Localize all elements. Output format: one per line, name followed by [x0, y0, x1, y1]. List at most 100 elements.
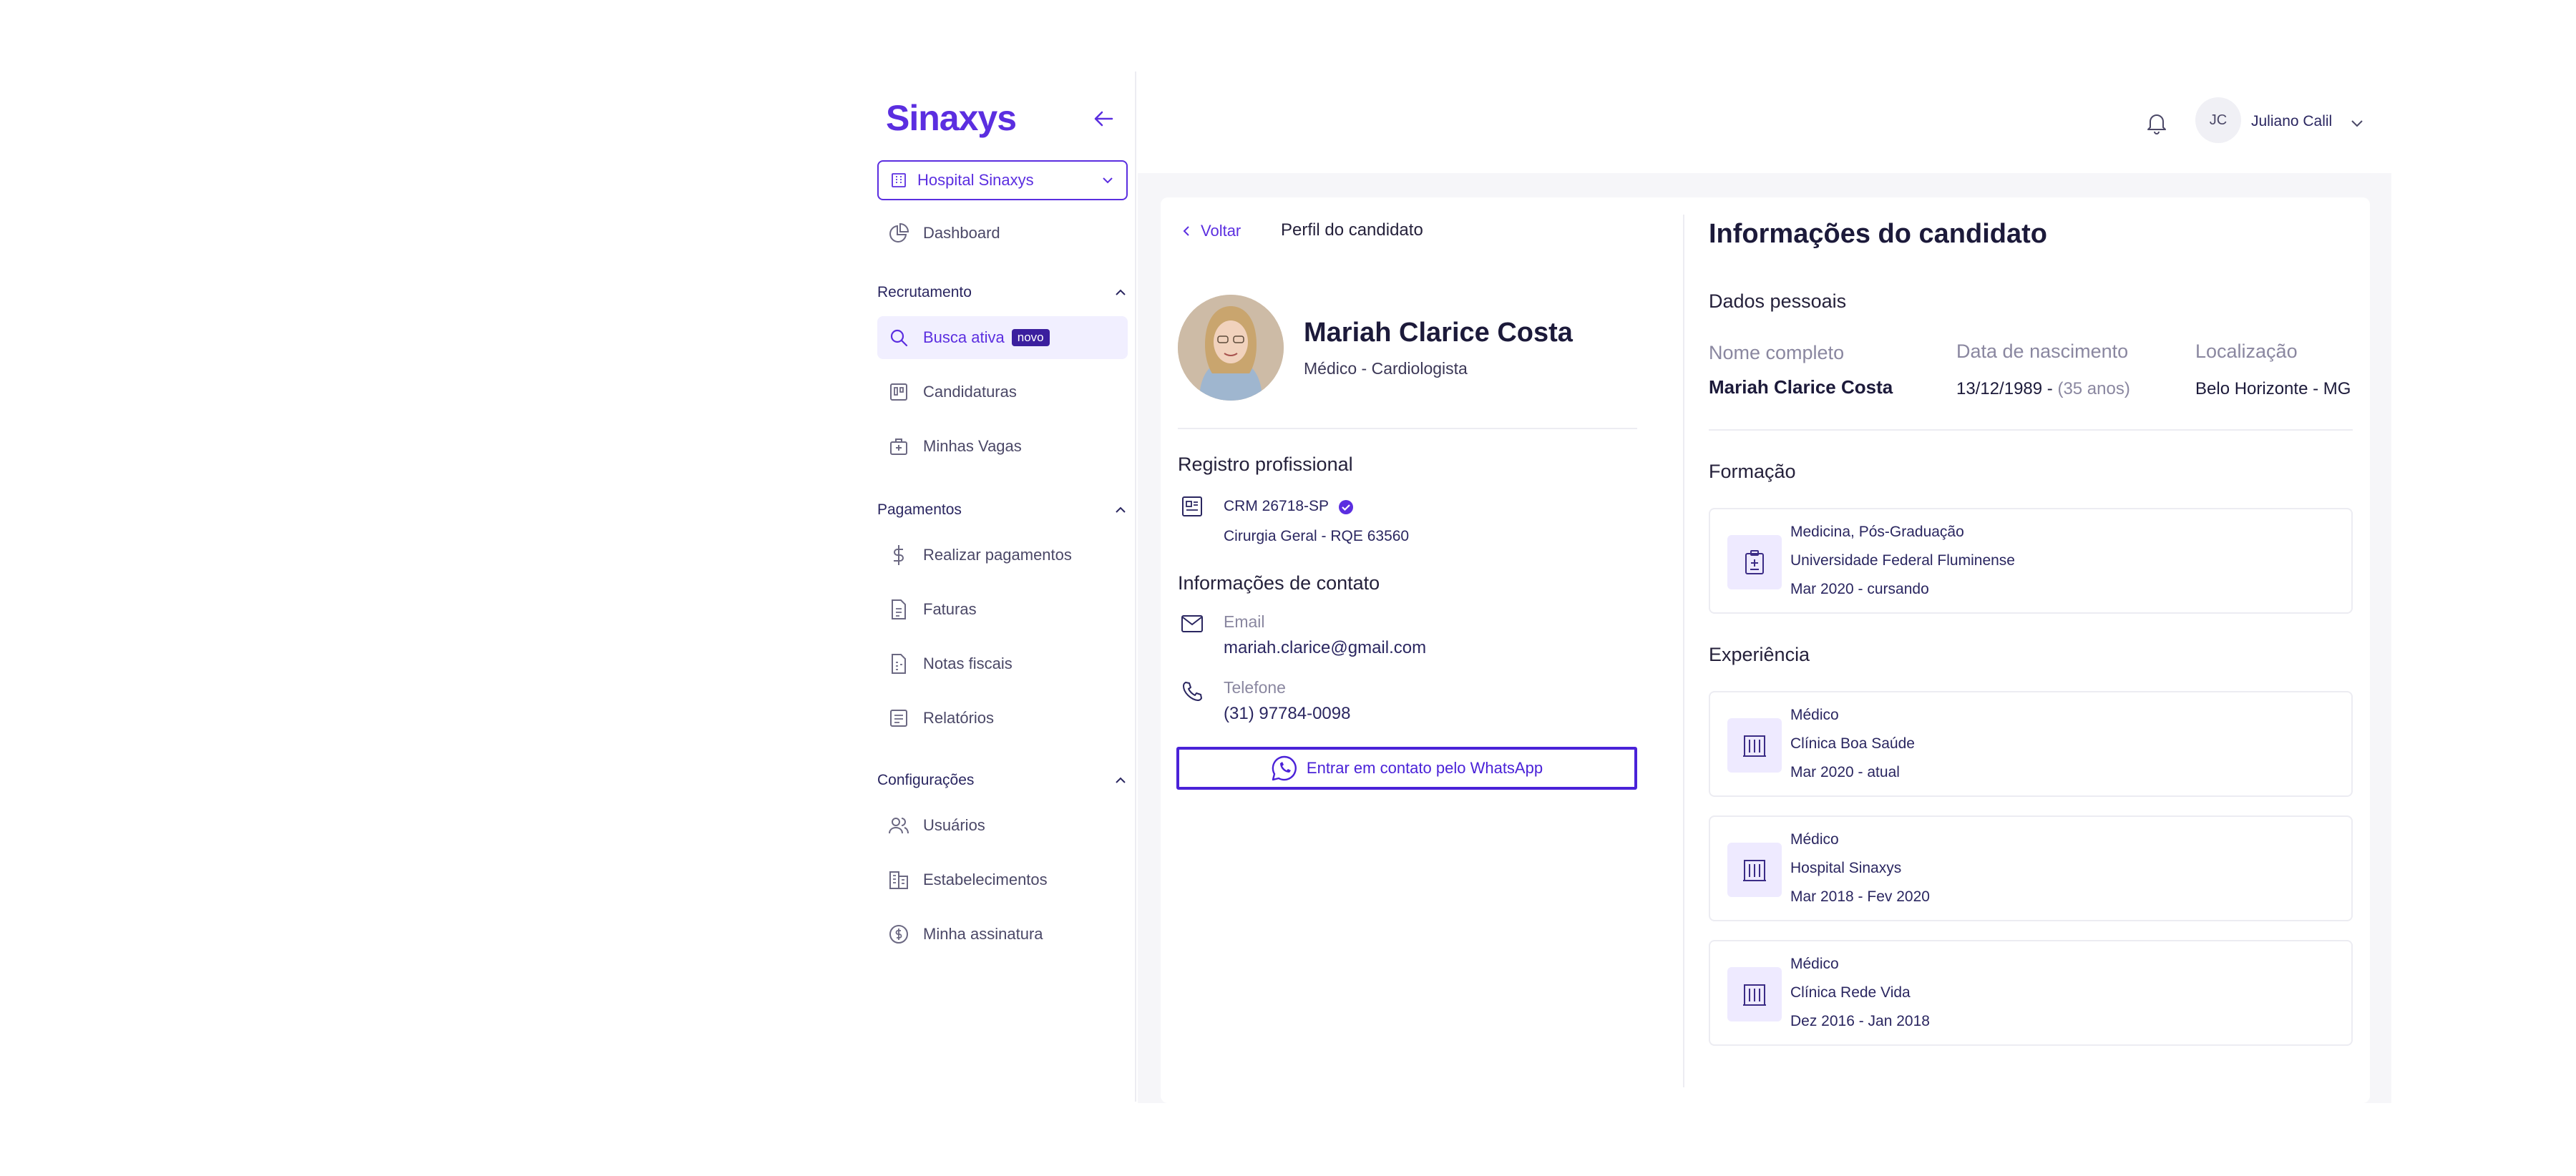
- building-icon: [1727, 843, 1782, 897]
- localizacao-label: Localização: [2195, 340, 2298, 362]
- building-icon: [1727, 718, 1782, 773]
- sidebar: Sinaxys Hospital Sinaxys Dashboard Recru…: [874, 72, 1136, 1102]
- sidebar-item-minhas-vagas[interactable]: Minhas Vagas: [877, 425, 1128, 468]
- sidebar-item-label: Relatórios: [923, 709, 995, 727]
- localizacao-value: Belo Horizonte - MG: [2195, 379, 2351, 398]
- sidebar-item-busca-ativa[interactable]: Busca ativa novo: [877, 316, 1128, 359]
- sidebar-item-minha-assinatura[interactable]: Minha assinatura: [877, 913, 1128, 956]
- section-title-contato: Informações de contato: [1178, 572, 1380, 594]
- section-configuracoes[interactable]: Configurações: [877, 768, 1128, 793]
- sidebar-item-label: Realizar pagamentos: [923, 546, 1072, 564]
- diploma-icon: [1727, 535, 1782, 589]
- sidebar-item-realizar-pagamentos[interactable]: Realizar pagamentos: [877, 534, 1128, 577]
- user-name[interactable]: Juliano Calil: [2251, 113, 2332, 130]
- notifications-button[interactable]: [2144, 110, 2170, 136]
- sidebar-item-candidaturas[interactable]: Candidaturas: [877, 371, 1128, 413]
- section-label: Configurações: [877, 772, 975, 788]
- chevron-down-icon[interactable]: [2348, 114, 2366, 132]
- experience-cargo: Médico: [1790, 707, 1839, 723]
- nome-label: Nome completo: [1709, 342, 1845, 363]
- logo: Sinaxys: [886, 98, 1017, 138]
- user-avatar[interactable]: JC: [2195, 97, 2241, 143]
- id-card-icon: [1179, 494, 1205, 519]
- column-divider: [1683, 215, 1684, 1087]
- coin-icon: [887, 923, 910, 946]
- phone-label: Telefone: [1224, 678, 1286, 697]
- buildings-icon: [887, 868, 910, 891]
- specialty: Cirurgia Geral - RQE 63560: [1224, 528, 1410, 544]
- experience-entry: Médico Clínica Rede Vida Dez 2016 - Jan …: [1709, 940, 2353, 1046]
- sidebar-item-label: Dashboard: [923, 224, 1000, 242]
- experience-cargo: Médico: [1790, 831, 1839, 848]
- experience-local: Clínica Rede Vida: [1790, 984, 1911, 1001]
- experience-periodo: Dez 2016 - Jan 2018: [1790, 1013, 1930, 1029]
- pie-chart-icon: [887, 222, 910, 245]
- receipt-icon: [887, 652, 910, 675]
- back-link[interactable]: Voltar: [1182, 222, 1241, 240]
- section-label: Pagamentos: [877, 501, 962, 518]
- experience-periodo: Mar 2018 - Fev 2020: [1790, 888, 1930, 905]
- crm-number: CRM 26718-SP: [1224, 498, 1330, 514]
- candidate-name: Mariah Clarice Costa: [1304, 318, 1573, 348]
- experience-periodo: Mar 2020 - atual: [1790, 764, 1900, 780]
- sidebar-item-label: Minha assinatura: [923, 925, 1043, 943]
- mail-icon: [1179, 611, 1205, 637]
- formacao-entry: Medicina, Pós-Graduação Universidade Fed…: [1709, 508, 2353, 614]
- chevron-up-icon: [1116, 506, 1126, 513]
- page-title: Perfil do candidato: [1281, 220, 1423, 240]
- bell-icon: [2147, 114, 2166, 134]
- sidebar-item-label: Candidaturas: [923, 383, 1017, 401]
- whatsapp-contact-button[interactable]: Entrar em contato pelo WhatsApp: [1176, 747, 1637, 790]
- idade-value: (35 anos): [2057, 379, 2130, 398]
- info-title: Informações do candidato: [1709, 219, 2047, 249]
- building-icon: [892, 173, 906, 187]
- section-recrutamento[interactable]: Recrutamento: [877, 280, 1128, 305]
- candidate-photo: [1178, 295, 1284, 401]
- sidebar-item-label: Busca ativa: [923, 328, 1005, 346]
- phone-value[interactable]: (31) 97784-0098: [1224, 704, 1350, 724]
- candidate-role: Médico - Cardiologista: [1304, 359, 1468, 378]
- nascimento-label: Data de nascimento: [1956, 340, 2129, 362]
- sidebar-item-dashboard[interactable]: Dashboard: [877, 212, 1128, 255]
- sidebar-item-relatorios[interactable]: Relatórios: [877, 697, 1128, 740]
- section-label: Recrutamento: [877, 284, 972, 300]
- formacao-periodo: Mar 2020 - cursando: [1790, 581, 1929, 597]
- section-title-registro: Registro profissional: [1178, 454, 1353, 475]
- search-icon: [887, 326, 910, 349]
- section-title-formacao: Formação: [1709, 461, 1796, 482]
- sidebar-item-faturas[interactable]: Faturas: [877, 588, 1128, 631]
- kanban-icon: [887, 381, 910, 403]
- sidebar-item-usuarios[interactable]: Usuários: [877, 804, 1128, 847]
- experience-cargo: Médico: [1790, 956, 1839, 972]
- sidebar-item-label: Notas fiscais: [923, 655, 1013, 672]
- arrow-left-icon: [1094, 111, 1113, 127]
- sidebar-item-notas-fiscais[interactable]: Notas fiscais: [877, 642, 1128, 685]
- chevron-up-icon: [1116, 777, 1126, 783]
- email-value[interactable]: mariah.clarice@gmail.com: [1224, 638, 1426, 658]
- collapse-sidebar-button[interactable]: [1091, 106, 1116, 132]
- formacao-instituicao: Universidade Federal Fluminense: [1790, 552, 2015, 569]
- section-pagamentos[interactable]: Pagamentos: [877, 498, 1128, 522]
- sidebar-item-estabelecimentos[interactable]: Estabelecimentos: [877, 858, 1128, 901]
- hospital-select[interactable]: Hospital Sinaxys: [877, 160, 1128, 200]
- nascimento-value: 13/12/1989 - (35 anos): [1956, 379, 2130, 399]
- whatsapp-button-label: Entrar em contato pelo WhatsApp: [1306, 759, 1543, 777]
- chevron-up-icon: [1116, 289, 1126, 295]
- divider: [1178, 428, 1637, 429]
- dollar-icon: [887, 544, 910, 567]
- report-icon: [887, 707, 910, 730]
- back-label: Voltar: [1201, 222, 1241, 240]
- medical-bag-icon: [887, 435, 910, 458]
- chevron-left-icon: [1183, 226, 1189, 236]
- experience-entry: Médico Hospital Sinaxys Mar 2018 - Fev 2…: [1709, 815, 2353, 921]
- whatsapp-icon: [1272, 755, 1297, 781]
- building-icon: [1727, 967, 1782, 1021]
- divider: [1709, 429, 2353, 431]
- sidebar-item-label: Minhas Vagas: [923, 437, 1022, 455]
- verified-icon: [1339, 500, 1353, 514]
- formacao-curso: Medicina, Pós-Graduação: [1790, 524, 1964, 540]
- sidebar-item-label: Usuários: [923, 816, 985, 834]
- chevron-down-icon: [1103, 177, 1113, 184]
- section-title-experiencia: Experiência: [1709, 644, 1810, 665]
- experience-entry: Médico Clínica Boa Saúde Mar 2020 - atua…: [1709, 691, 2353, 797]
